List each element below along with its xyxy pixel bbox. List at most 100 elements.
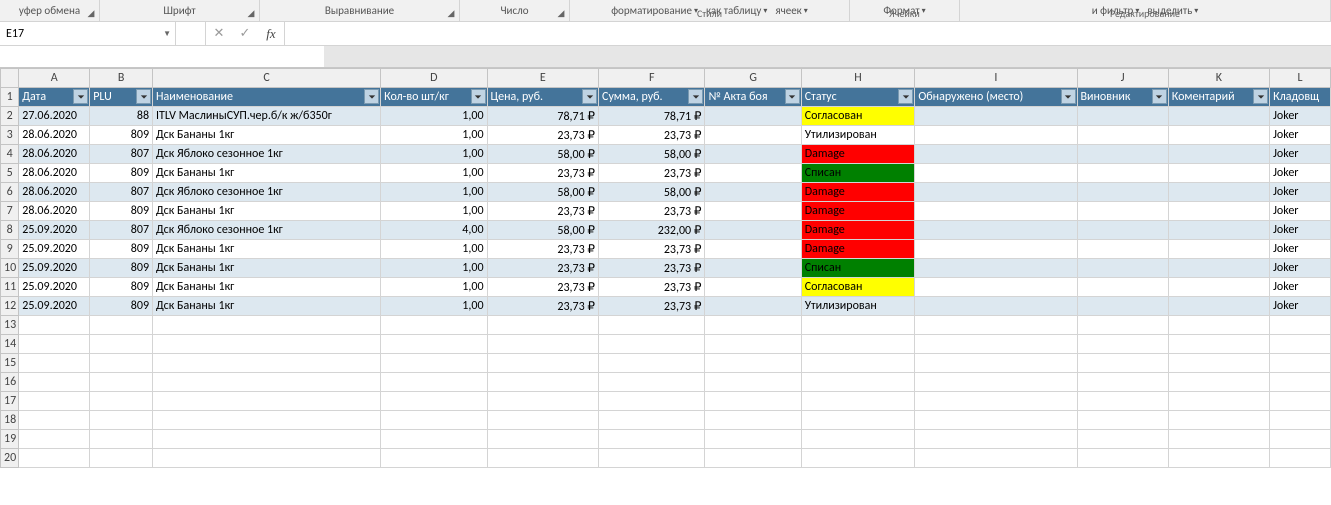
cell[interactable]: Joker <box>1270 107 1331 126</box>
cell[interactable] <box>487 316 599 335</box>
cell[interactable]: 807 <box>90 221 153 240</box>
cell[interactable]: 807 <box>90 145 153 164</box>
cell[interactable] <box>599 449 705 468</box>
cell[interactable]: Согласован <box>801 107 915 126</box>
cell[interactable] <box>153 373 381 392</box>
cell[interactable] <box>1168 335 1269 354</box>
cell[interactable] <box>705 392 801 411</box>
cell[interactable] <box>705 373 801 392</box>
cell[interactable] <box>1077 240 1168 259</box>
cell[interactable] <box>381 392 487 411</box>
cell[interactable] <box>1077 411 1168 430</box>
formula-input[interactable] <box>285 22 1331 45</box>
cell[interactable]: 23,73 ₽ <box>487 126 599 145</box>
cell[interactable] <box>1077 316 1168 335</box>
cell[interactable] <box>915 202 1077 221</box>
cell[interactable] <box>381 335 487 354</box>
cell[interactable] <box>153 354 381 373</box>
cell[interactable] <box>19 316 90 335</box>
cell-styles-button[interactable]: ячеек▾ <box>771 4 811 17</box>
cell[interactable] <box>915 411 1077 430</box>
cell[interactable]: 88 <box>90 107 153 126</box>
dialog-launcher-icon[interactable]: ◢ <box>245 7 257 19</box>
cell[interactable]: 23,73 ₽ <box>599 164 705 183</box>
cell[interactable]: Joker <box>1270 183 1331 202</box>
filter-dropdown-icon[interactable] <box>582 89 597 104</box>
cell[interactable]: 1,00 <box>381 126 487 145</box>
cell[interactable] <box>915 430 1077 449</box>
row-header[interactable]: 14 <box>1 335 19 354</box>
cell[interactable]: 58,00 ₽ <box>599 183 705 202</box>
cell[interactable] <box>915 449 1077 468</box>
cell[interactable] <box>153 411 381 430</box>
cell[interactable] <box>381 354 487 373</box>
row-header[interactable]: 4 <box>1 145 19 164</box>
cell[interactable] <box>487 411 599 430</box>
cell[interactable] <box>1077 335 1168 354</box>
cell[interactable]: 25.09.2020 <box>19 240 90 259</box>
table-header-cell[interactable]: Виновник <box>1077 88 1168 107</box>
cell[interactable] <box>381 449 487 468</box>
cell[interactable] <box>153 430 381 449</box>
cell[interactable] <box>1168 430 1269 449</box>
cell[interactable]: 23,73 ₽ <box>487 164 599 183</box>
cell[interactable]: Дск Яблоко сезонное 1кг <box>153 145 381 164</box>
table-header-cell[interactable]: PLU <box>90 88 153 107</box>
cell[interactable] <box>915 240 1077 259</box>
dialog-launcher-icon[interactable]: ◢ <box>555 7 567 19</box>
cell[interactable] <box>801 430 915 449</box>
cell[interactable]: Damage <box>801 221 915 240</box>
cell[interactable] <box>1168 145 1269 164</box>
cell[interactable] <box>1168 392 1269 411</box>
cell[interactable]: 23,73 ₽ <box>599 126 705 145</box>
row-header[interactable]: 20 <box>1 449 19 468</box>
cell[interactable] <box>1270 392 1331 411</box>
cell[interactable] <box>1168 164 1269 183</box>
cell[interactable] <box>1270 430 1331 449</box>
cell[interactable]: 809 <box>90 297 153 316</box>
row-header[interactable]: 1 <box>1 88 19 107</box>
cell[interactable] <box>915 259 1077 278</box>
cell[interactable]: 809 <box>90 202 153 221</box>
cell[interactable]: 58,00 ₽ <box>487 183 599 202</box>
chevron-down-icon[interactable]: ▼ <box>163 29 171 39</box>
cell[interactable]: Дск Бананы 1кг <box>153 278 381 297</box>
row-header[interactable]: 13 <box>1 316 19 335</box>
cell[interactable] <box>915 392 1077 411</box>
cell[interactable] <box>599 411 705 430</box>
cell[interactable]: Joker <box>1270 221 1331 240</box>
cell[interactable] <box>705 107 801 126</box>
row-header[interactable]: 10 <box>1 259 19 278</box>
cell[interactable] <box>705 449 801 468</box>
cell[interactable] <box>1168 221 1269 240</box>
cell[interactable]: 1,00 <box>381 183 487 202</box>
cell[interactable] <box>1077 449 1168 468</box>
table-header-cell[interactable]: Цена, руб. <box>487 88 599 107</box>
cell[interactable] <box>487 354 599 373</box>
cell[interactable] <box>1168 373 1269 392</box>
cell[interactable]: Дск Яблоко сезонное 1кг <box>153 183 381 202</box>
column-header[interactable]: B <box>90 69 153 88</box>
cell[interactable]: 58,00 ₽ <box>487 145 599 164</box>
cell[interactable] <box>705 411 801 430</box>
cell[interactable] <box>915 335 1077 354</box>
cell[interactable]: 23,73 ₽ <box>487 297 599 316</box>
cell[interactable] <box>1168 202 1269 221</box>
table-header-cell[interactable]: Сумма, руб. <box>599 88 705 107</box>
table-header-cell[interactable]: Наименование <box>153 88 381 107</box>
cell[interactable] <box>1168 411 1269 430</box>
cell[interactable]: Joker <box>1270 126 1331 145</box>
cell[interactable] <box>915 107 1077 126</box>
column-header[interactable]: D <box>381 69 487 88</box>
cell[interactable] <box>1270 354 1331 373</box>
cell[interactable] <box>19 430 90 449</box>
cell[interactable] <box>1077 373 1168 392</box>
cell[interactable] <box>801 335 915 354</box>
cell[interactable]: 28.06.2020 <box>19 202 90 221</box>
cell[interactable]: Дск Яблоко сезонное 1кг <box>153 221 381 240</box>
cell[interactable]: 28.06.2020 <box>19 126 90 145</box>
cell[interactable] <box>801 449 915 468</box>
cell[interactable]: 27.06.2020 <box>19 107 90 126</box>
name-box[interactable]: E17 ▼ <box>0 22 176 45</box>
cell[interactable] <box>915 183 1077 202</box>
